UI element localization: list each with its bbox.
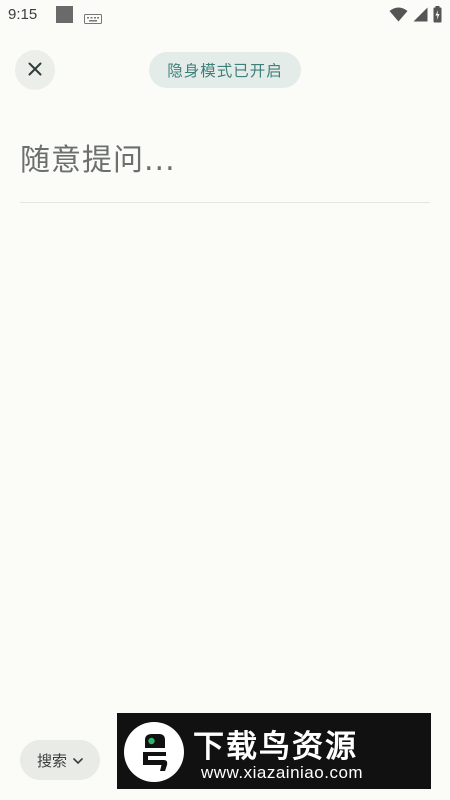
- chevron-down-icon: [73, 751, 83, 769]
- battery-icon: [433, 6, 442, 27]
- watermark-banner: 下载鸟资源 www.xiazainiao.com: [117, 713, 431, 789]
- prompt-input[interactable]: [20, 132, 430, 188]
- status-bar: 9:15: [0, 0, 450, 30]
- signal-icon: [413, 7, 428, 26]
- square-notification-icon: [56, 6, 73, 23]
- watermark-url: www.xiazainiao.com: [201, 763, 364, 782]
- close-button[interactable]: [15, 50, 55, 90]
- search-mode-label: 搜索: [36, 751, 67, 770]
- input-divider: [20, 202, 430, 203]
- close-icon: [28, 61, 42, 80]
- incognito-status-badge: 隐身模式已开启: [149, 52, 301, 88]
- bird-logo-icon: [124, 722, 184, 782]
- status-icons: [389, 6, 442, 27]
- search-mode-button[interactable]: 搜索: [20, 740, 100, 780]
- status-time: 9:15: [8, 6, 38, 23]
- wifi-icon: [389, 7, 408, 26]
- watermark-brand: 下载鸟资源: [193, 729, 358, 765]
- keyboard-icon: [84, 9, 102, 28]
